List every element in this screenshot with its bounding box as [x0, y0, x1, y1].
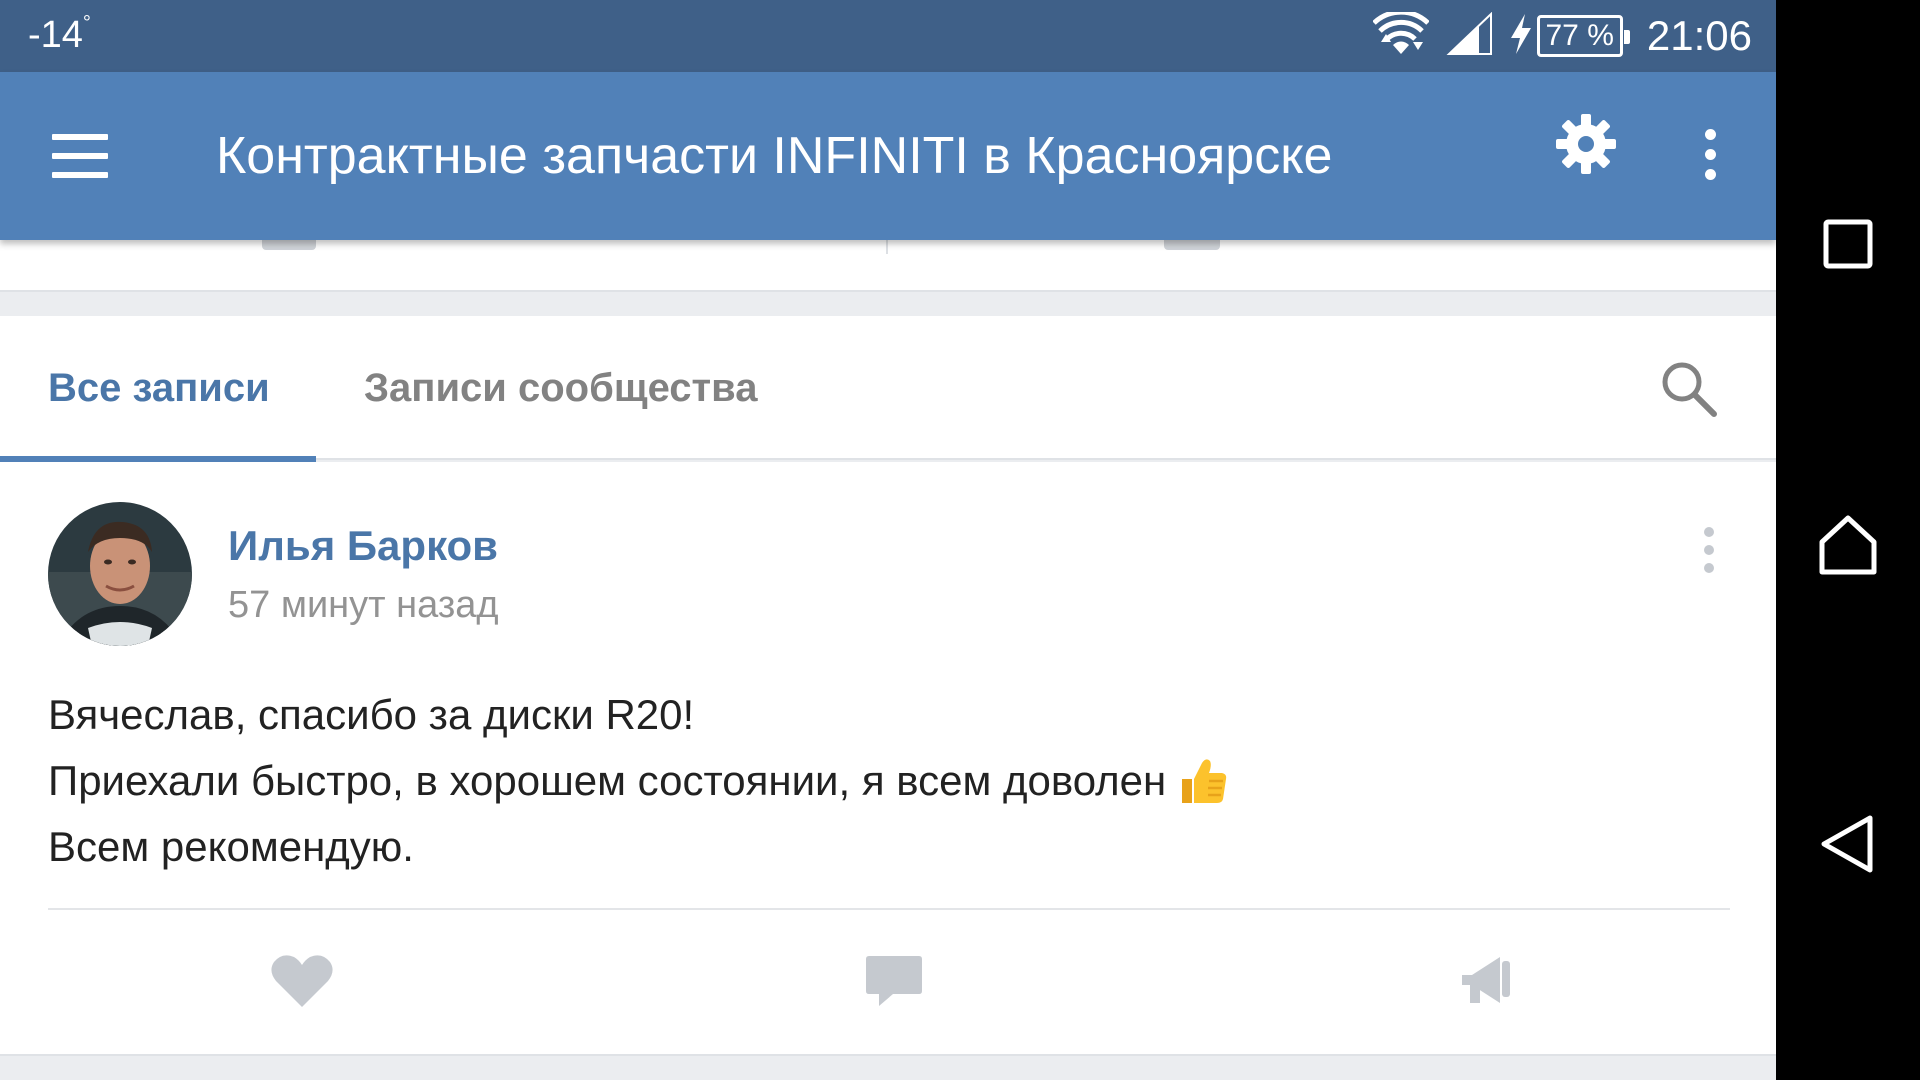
- comment-icon: [865, 952, 923, 1015]
- menu-line: [52, 153, 108, 159]
- dot: [1704, 128, 1716, 140]
- menu-button[interactable]: [48, 126, 112, 186]
- tab-community-posts[interactable]: Записи сообщества: [364, 316, 757, 460]
- divider: [886, 240, 888, 254]
- post-menu-button[interactable]: [1694, 518, 1724, 582]
- menu-line: [52, 172, 108, 178]
- post-text-line-1: Вячеслав, спасибо за диски R20!: [48, 691, 695, 738]
- megaphone-icon: [1458, 953, 1514, 1014]
- wall-tabs: Все записи Записи сообщества: [0, 316, 1776, 462]
- post-text-line: Приехали быстро, в хорошем состоянии, я …: [48, 748, 1228, 814]
- screen: -14° 77 % 21:06 Контрактные запчасти INF…: [0, 0, 1920, 1080]
- app-area: -14° 77 % 21:06 Контрактные запчасти INF…: [0, 0, 1776, 1080]
- overflow-menu-button[interactable]: [1690, 114, 1730, 194]
- settings-button[interactable]: [1546, 106, 1626, 186]
- status-icons: 77 % 21:06: [1371, 0, 1752, 72]
- wifi-icon: [1371, 9, 1430, 61]
- status-bar: -14° 77 % 21:06: [0, 0, 1776, 72]
- dot: [1704, 527, 1714, 537]
- tab-all-posts[interactable]: Все записи: [0, 316, 318, 462]
- share-button[interactable]: [1406, 910, 1566, 1056]
- battery-indicator: 77 %: [1509, 12, 1631, 61]
- gear-icon: [1554, 112, 1618, 181]
- post-author[interactable]: Илья Барков: [228, 522, 498, 570]
- system-nav-bar: [1776, 0, 1920, 1080]
- signal-icon: [1445, 11, 1493, 61]
- thumbs-up-icon: [1176, 755, 1228, 807]
- temperature-indicator: -14°: [28, 12, 91, 57]
- post-actions: [0, 910, 1776, 1056]
- partial-icon: [1164, 240, 1220, 250]
- charging-icon: [1509, 12, 1533, 61]
- post-text-line-3: Всем рекомендую.: [48, 823, 414, 870]
- dot: [1704, 563, 1714, 573]
- back-button[interactable]: [1776, 774, 1920, 918]
- post-text-line-2: Приехали быстро, в хорошем состоянии, я …: [48, 757, 1167, 804]
- home-icon: [1816, 512, 1880, 581]
- post-time: 57 минут назад: [228, 584, 499, 626]
- toolbar: Контрактные запчасти INFINITI в Краснояр…: [0, 72, 1776, 240]
- partial-icon: [262, 240, 316, 250]
- post-text: Вячеслав, спасибо за диски R20! Приехали…: [48, 682, 1228, 880]
- dot: [1704, 148, 1716, 160]
- dot: [1704, 545, 1714, 555]
- temperature-value: -14: [28, 14, 83, 56]
- square-icon: [1820, 216, 1876, 277]
- avatar[interactable]: [48, 502, 192, 646]
- page-title: Контрактные запчасти INFINITI в Краснояр…: [216, 127, 1333, 185]
- recent-apps-button[interactable]: [1776, 174, 1920, 318]
- comment-button[interactable]: [814, 910, 974, 1056]
- menu-line: [52, 134, 108, 140]
- temperature-unit: °: [82, 12, 91, 35]
- like-button[interactable]: [222, 910, 382, 1056]
- search-icon: [1658, 362, 1722, 426]
- back-triangle-icon: [1816, 812, 1880, 881]
- battery-level: 77 %: [1536, 15, 1631, 57]
- search-button[interactable]: [1658, 358, 1722, 422]
- dot: [1704, 168, 1716, 180]
- post-text-line: Всем рекомендую.: [48, 814, 1228, 880]
- clock: 21:06: [1646, 12, 1752, 59]
- heart-icon: [270, 953, 334, 1014]
- home-button[interactable]: [1776, 474, 1920, 618]
- post-text-line: Вячеслав, спасибо за диски R20!: [48, 682, 1228, 748]
- partial-content-block: [0, 240, 1776, 292]
- wall-post: Илья Барков 57 минут назад Вячеслав, спа…: [0, 462, 1776, 1056]
